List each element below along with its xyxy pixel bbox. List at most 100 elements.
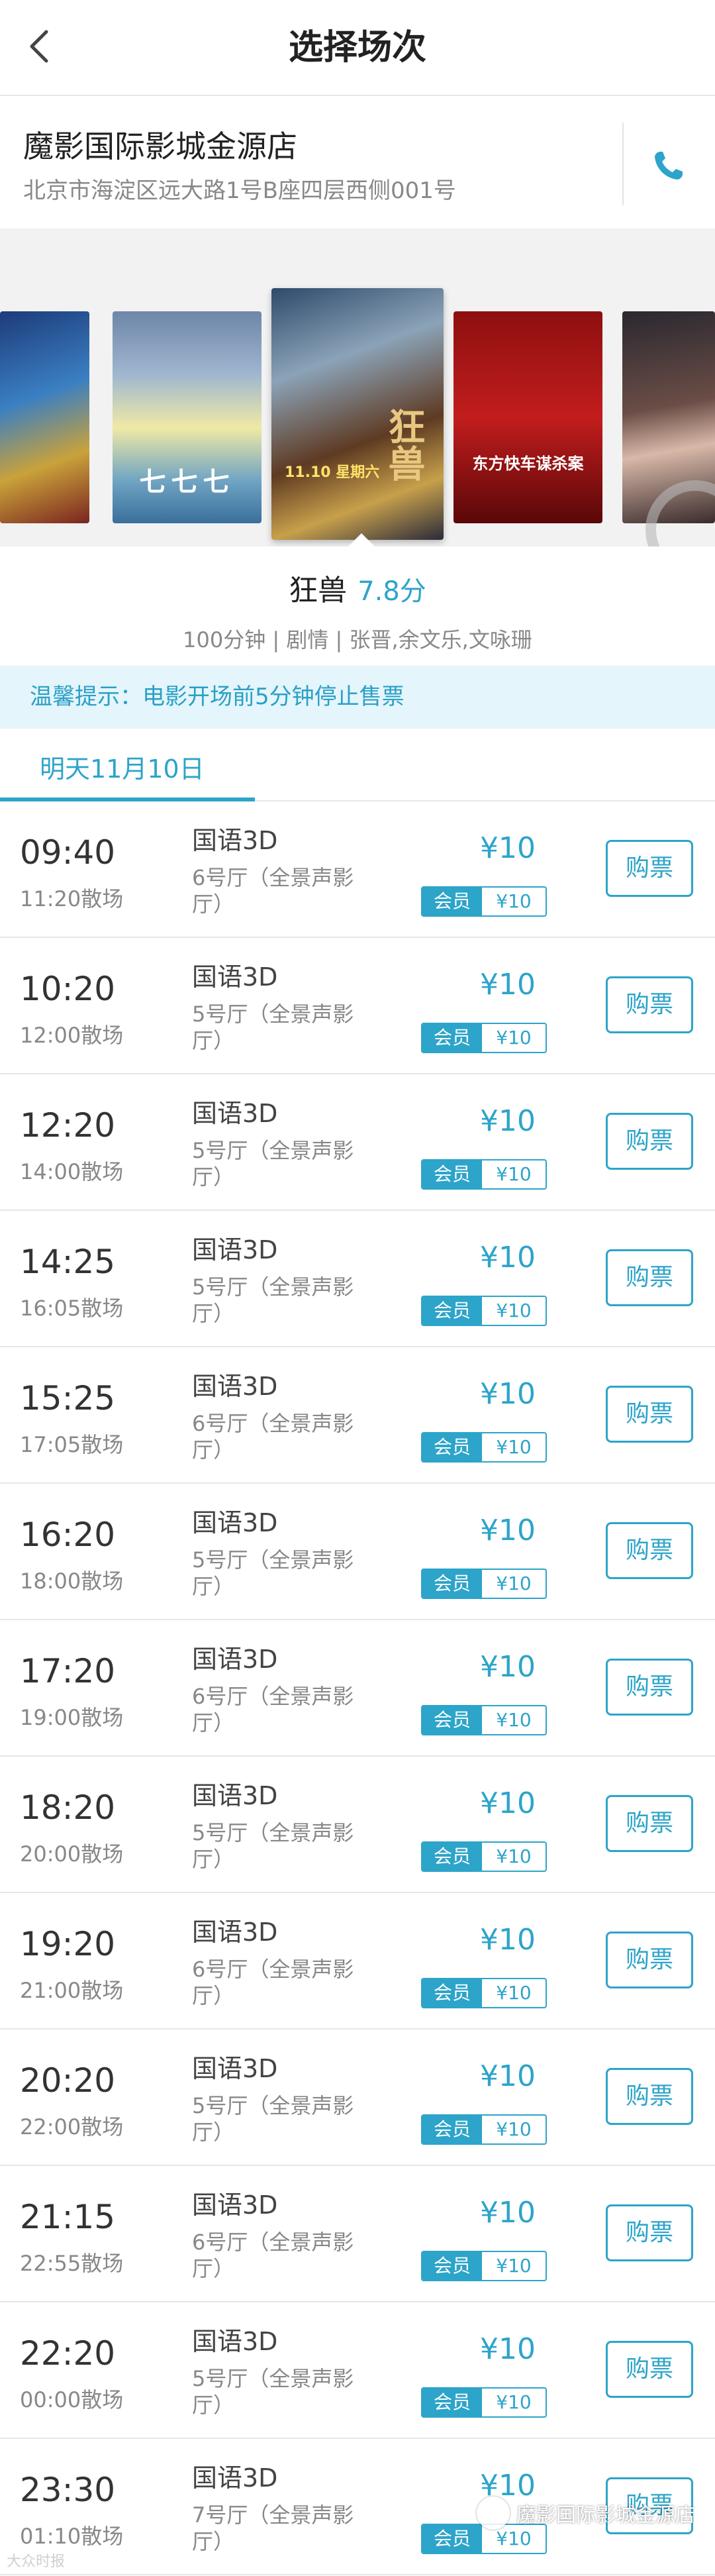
showtime-list: 09:40 11:20散场 国语3D 6号厅（全景声影厅） ¥10 会员 ¥10 购票 10:2… — [0, 801, 715, 2575]
start-time: 17:20 — [20, 1652, 116, 1690]
start-time: 20:20 — [20, 2061, 116, 2100]
member-label: 会员 — [422, 2252, 482, 2280]
buy-button[interactable]: 购票 — [606, 1386, 693, 1443]
buy-button[interactable]: 购票 — [606, 1522, 693, 1579]
end-time: 11:20散场 — [20, 886, 124, 911]
member-label: 会员 — [422, 1843, 482, 1871]
language-format: 国语3D — [192, 826, 278, 855]
buy-button[interactable]: 购票 — [606, 840, 693, 897]
start-time: 18:20 — [20, 1788, 116, 1827]
end-time: 01:10散场 — [20, 2524, 124, 2549]
buy-button[interactable]: 购票 — [606, 1113, 693, 1170]
phone-icon — [655, 152, 683, 180]
member-price: ¥10 — [496, 890, 532, 912]
start-time: 21:15 — [20, 2198, 116, 2236]
member-label: 会员 — [422, 1297, 482, 1325]
watermark-left: 大众时报 — [7, 2553, 66, 2570]
start-time: 16:20 — [20, 1516, 116, 1554]
poster-carousel[interactable]: 七七七 狂兽 11.10 星期六 东方快车谋杀案 — [0, 242, 715, 546]
member-price: ¥10 — [496, 2118, 532, 2140]
start-time: 09:40 — [20, 833, 116, 872]
buy-button[interactable]: 购票 — [606, 1249, 693, 1306]
ticket-price: ¥10 — [480, 1650, 536, 1684]
call-button[interactable] — [645, 142, 692, 189]
logo-icon — [477, 2497, 510, 2530]
buy-button[interactable]: 购票 — [606, 1932, 693, 1988]
movie-score: 7.8分 — [358, 576, 426, 607]
language-format: 国语3D — [192, 2327, 278, 2356]
separator — [0, 229, 715, 242]
member-price: ¥10 — [496, 1572, 532, 1594]
member-price: ¥10 — [496, 1436, 532, 1458]
member-label: 会员 — [422, 888, 482, 915]
member-label: 会员 — [422, 1433, 482, 1461]
member-price: ¥10 — [496, 1845, 532, 1867]
poster-item-selected[interactable]: 狂兽 11.10 星期六 — [271, 288, 444, 540]
poster-item[interactable]: 七七七 — [113, 311, 262, 523]
language-format: 国语3D — [192, 2190, 278, 2220]
buy-button[interactable]: 购票 — [606, 2341, 693, 2398]
showtime-row: 09:40 11:20散场 国语3D 6号厅（全景声影厅） ¥10 会员 ¥10 购票 — [0, 801, 715, 938]
hall-name: 6号厅（全景声影厅） — [192, 1411, 354, 1463]
showtime-row: 21:15 22:55散场 国语3D 6号厅（全景声影厅） ¥10 会员 ¥10 购票 — [0, 2166, 715, 2302]
member-price-badge: 会员 ¥10 — [421, 2114, 547, 2145]
member-price: ¥10 — [496, 1982, 532, 2004]
buy-button[interactable]: 购票 — [606, 1795, 693, 1852]
showtime-row: 16:20 18:00散场 国语3D 5号厅（全景声影厅） ¥10 会员 ¥10 购票 — [0, 1484, 715, 1620]
ticket-price: ¥10 — [480, 2059, 536, 2093]
cinema-address: 北京市海淀区远大路1号B座四层西侧001号 — [23, 178, 456, 204]
language-format: 国语3D — [192, 1099, 278, 1128]
member-price-badge: 会员 ¥10 — [421, 886, 547, 917]
poster-item[interactable] — [0, 311, 89, 523]
start-time: 15:25 — [20, 1379, 116, 1417]
member-price-badge: 会员 ¥10 — [421, 1432, 547, 1463]
ticket-price: ¥10 — [480, 1514, 536, 1547]
tab-date-selected[interactable]: 明天11月10日 — [40, 748, 205, 785]
member-label: 会员 — [422, 1160, 482, 1188]
buy-button[interactable]: 购票 — [606, 976, 693, 1033]
showtime-row: 12:20 14:00散场 国语3D 5号厅（全景声影厅） ¥10 会员 ¥10 购票 — [0, 1074, 715, 1211]
buy-button[interactable]: 购票 — [606, 2068, 693, 2125]
ticket-price: ¥10 — [480, 1786, 536, 1820]
member-label: 会员 — [422, 2389, 482, 2416]
hall-name: 5号厅（全景声影厅） — [192, 2093, 354, 2145]
ticket-price: ¥10 — [480, 2196, 536, 2230]
start-time: 14:25 — [20, 1243, 116, 1281]
member-price: ¥10 — [496, 1300, 532, 1321]
watermark-right: 魔影国际影城金源店 — [477, 2497, 695, 2530]
member-price: ¥10 — [496, 1163, 532, 1185]
language-format: 国语3D — [192, 962, 278, 992]
member-price-badge: 会员 ¥10 — [421, 1978, 547, 2008]
language-format: 国语3D — [192, 1508, 278, 1537]
showtime-row: 17:20 19:00散场 国语3D 6号厅（全景声影厅） ¥10 会员 ¥10 购票 — [0, 1620, 715, 1757]
member-price-badge: 会员 ¥10 — [421, 1841, 547, 1872]
start-time: 23:30 — [20, 2471, 116, 2509]
hall-name: 5号厅（全景声影厅） — [192, 1547, 354, 1599]
language-format: 国语3D — [192, 1372, 278, 1401]
hall-name: 5号厅（全景声影厅） — [192, 2366, 354, 2418]
ticket-price: ¥10 — [480, 1923, 536, 1957]
language-format: 国语3D — [192, 2463, 278, 2493]
poster-text: 东方快车谋杀案 — [472, 454, 584, 473]
hall-name: 6号厅（全景声影厅） — [192, 2230, 354, 2281]
hall-name: 6号厅（全景声影厅） — [192, 1684, 354, 1735]
end-time: 12:00散场 — [20, 1023, 124, 1048]
showtime-row: 10:20 12:00散场 国语3D 5号厅（全景声影厅） ¥10 会员 ¥10 购票 — [0, 938, 715, 1074]
end-time: 22:55散场 — [20, 2251, 124, 2276]
notice-banner: 温馨提示：电影开场前5分钟停止售票 — [0, 666, 715, 729]
movie-info: 狂兽 7.8分 100分钟 | 剧情 | 张晋,余文乐,文咏珊 — [0, 546, 715, 666]
language-format: 国语3D — [192, 1645, 278, 1674]
member-label: 会员 — [422, 1570, 482, 1598]
member-price: ¥10 — [496, 1709, 532, 1731]
language-format: 国语3D — [192, 1235, 278, 1264]
language-format: 国语3D — [192, 1781, 278, 1810]
buy-button[interactable]: 购票 — [606, 1659, 693, 1716]
poster-item[interactable]: 东方快车谋杀案 — [453, 311, 602, 523]
showtime-row: 18:20 20:00散场 国语3D 5号厅（全景声影厅） ¥10 会员 ¥10 购票 — [0, 1757, 715, 1893]
hall-name: 5号厅（全景声影厅） — [192, 1138, 354, 1190]
ticket-price: ¥10 — [480, 831, 536, 865]
ticket-price: ¥10 — [480, 2332, 536, 2366]
member-label: 会员 — [422, 2116, 482, 2143]
hall-name: 6号厅（全景声影厅） — [192, 865, 354, 917]
buy-button[interactable]: 购票 — [606, 2204, 693, 2261]
